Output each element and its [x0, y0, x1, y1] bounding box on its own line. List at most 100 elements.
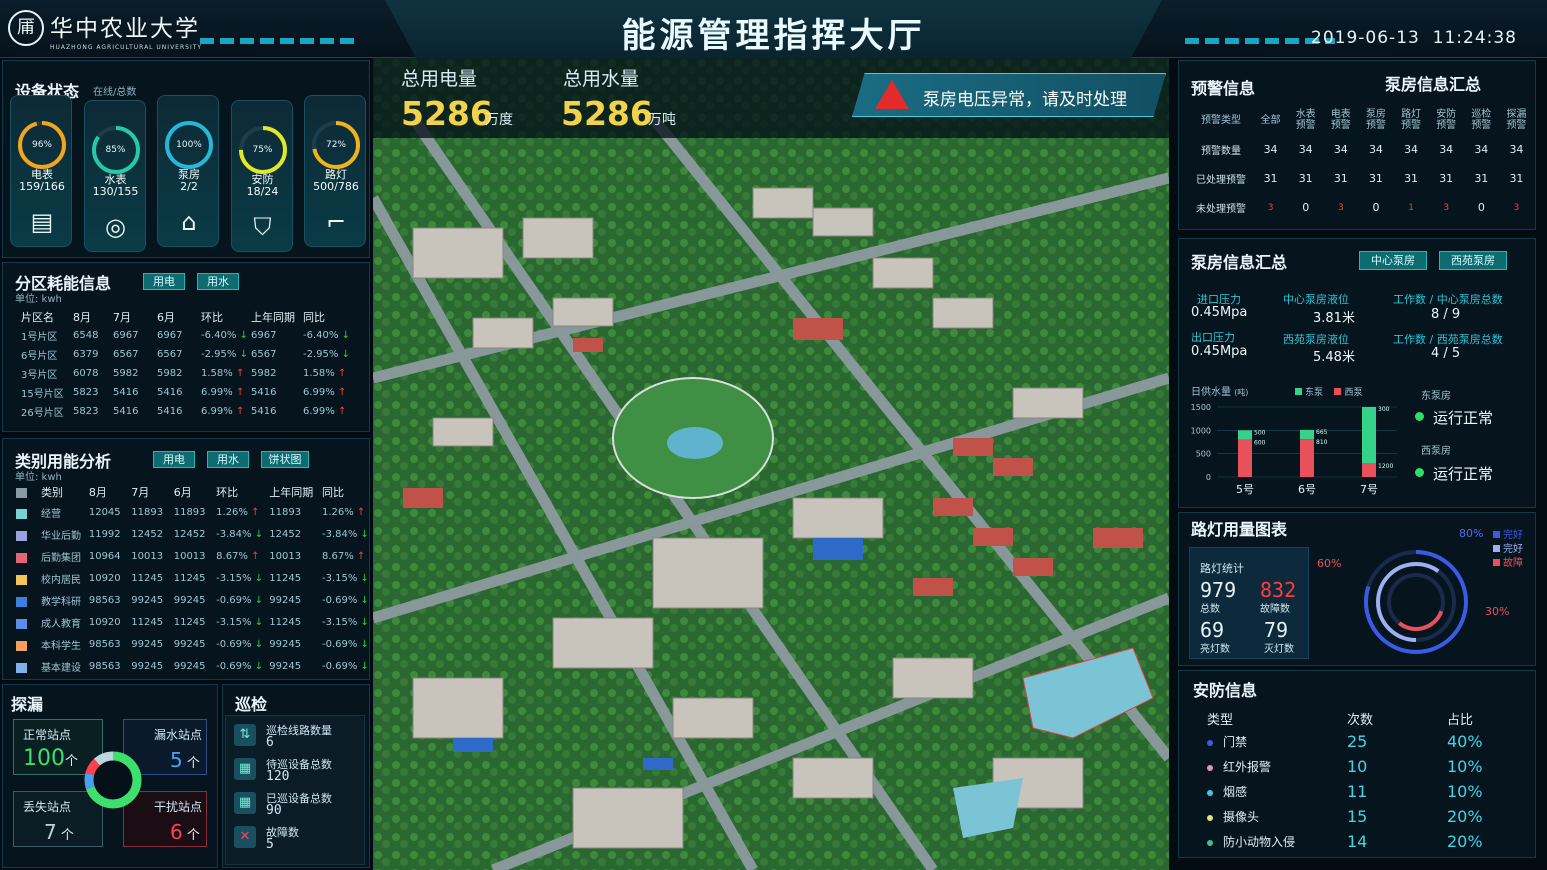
category-row[interactable]: 经营 12045 11893 11893 1.26% ↑ 11893 1.26% ↑ — [16, 501, 369, 523]
category-swatch[interactable] — [16, 530, 27, 541]
zone-row[interactable]: 6号片区 6379 6567 6567 -2.95% ↓ 6567 -2.95% ↓ — [21, 345, 350, 364]
zone-row[interactable]: 3号片区 6078 5982 5982 1.58% ↑ 5982 1.58% ↑ — [21, 364, 350, 383]
zone-col-header: 环比 — [201, 310, 223, 324]
tab-category-pie[interactable]: 饼状图 — [261, 451, 309, 468]
security-row[interactable]: 防小动物入侵 14 20% — [1207, 829, 1507, 854]
zone-cell-text: 5416 — [113, 387, 139, 398]
zone-cell: 1.58% ↑ — [201, 364, 251, 383]
security-col-type: 类型 — [1207, 712, 1234, 728]
campus-map[interactable] — [373, 58, 1169, 870]
warning-row[interactable]: 未处理预警 3 0 3 0 1 3 0 3 — [1189, 193, 1534, 222]
device-card-3[interactable]: 100% 泵房 2/2 ⌂ — [157, 95, 219, 247]
zone-col-header: 7月 — [113, 310, 131, 324]
category-cell-text: 教学科研 — [41, 596, 81, 608]
zone-cell-text: 6.99% — [201, 406, 233, 417]
patrol-item[interactable]: ▦ 待巡设备总数 120 — [234, 756, 364, 786]
device-card-1[interactable]: 96% 电表 159/166 ▤ — [10, 95, 72, 247]
warning-table: 预警类型 全部 水表 预警 电表 预警 泵房 预警 路灯 预警 安防 预警 巡检 预警 探漏 预… — [1189, 105, 1534, 222]
security-pct: 20% — [1447, 807, 1483, 826]
category-row[interactable]: 教学科研 98563 99245 99245 -0.69% ↓ 99245 -0.69% ↓ — [16, 589, 369, 611]
zone-cell: -6.40% ↓ — [303, 326, 350, 345]
category-cell: 经营 — [16, 501, 89, 523]
tab-zone-water[interactable]: 用水 — [197, 273, 239, 290]
category-cell: 99245 — [174, 633, 216, 655]
category-swatch[interactable] — [16, 618, 27, 629]
patrol-item[interactable]: ✕ 故障数 5 — [234, 824, 364, 854]
leak-lost-number: 7 — [44, 820, 57, 844]
category-swatch[interactable] — [16, 662, 27, 673]
category-swatch[interactable] — [16, 640, 27, 651]
zone-cell: 6379 — [73, 345, 113, 364]
zone-row[interactable]: 1号片区 6548 6967 6967 -6.40% ↓ 6967 -6.40% ↓ — [21, 326, 350, 345]
security-row[interactable]: 烟感 11 10% — [1207, 779, 1507, 804]
category-cell: -3.15% ↓ — [322, 611, 369, 633]
chart-category-label: 6号 — [1298, 483, 1316, 496]
device-card-2[interactable]: 85% 水表 130/155 ◎ — [83, 100, 146, 252]
chart-bar-west[interactable] — [1238, 439, 1252, 477]
category-row[interactable]: 基本建设 98563 99245 99245 -0.69% ↓ 99245 -0.69% ↓ — [16, 655, 369, 677]
category-cell-text: 99245 — [173, 594, 206, 606]
category-swatch[interactable] — [16, 596, 27, 607]
category-row[interactable]: 成人教育 10920 11245 11245 -3.15% ↓ 11245 -3.15% ↓ — [16, 611, 369, 633]
category-cell: 99245 — [131, 633, 173, 655]
chart-bar-east[interactable] — [1238, 430, 1252, 440]
security-type-cell: 防小动物入侵 — [1207, 829, 1347, 854]
west-work-value: 4 / 5 — [1431, 346, 1461, 361]
patrol-item[interactable]: ▦ 已巡设备总数 90 — [234, 790, 364, 820]
category-row[interactable]: 校内居民 10920 11245 11245 -3.15% ↓ 11245 -3.15% ↓ — [16, 567, 369, 589]
zone-row[interactable]: 15号片区 5823 5416 5416 6.99% ↑ 5416 6.99% ↑ — [21, 383, 350, 402]
category-swatch[interactable] — [16, 552, 27, 563]
category-cell: 11245 — [174, 567, 216, 589]
zone-energy-table: 片区名 8月 7月 6月 环比 上年同期 同比 1号片区 6548 6967 6967 -6.40% … — [21, 307, 350, 421]
tab-zone-electric[interactable]: 用电 — [143, 273, 185, 290]
category-col-header-text: 8月 — [88, 485, 107, 499]
category-cell-text: -0.69% — [321, 594, 358, 606]
warning-row[interactable]: 预警数量 34 34 34 34 34 34 34 34 — [1189, 135, 1534, 164]
center-level-label: 中心泵房液位 — [1283, 293, 1349, 306]
chart-bar-label: 600 — [1254, 440, 1266, 447]
tab-category-electric[interactable]: 用电 — [153, 451, 195, 468]
security-row[interactable]: 门禁 25 40% — [1207, 729, 1507, 754]
chart-bar-west[interactable] — [1362, 463, 1376, 477]
category-cell: 99245 — [269, 655, 322, 677]
legend-label: 完好 — [1503, 530, 1523, 541]
streetlight-icon: ⌐ — [325, 208, 347, 236]
security-row[interactable]: 摄像头 15 20% — [1207, 804, 1507, 829]
category-cell-text: 10920 — [88, 616, 121, 628]
device-card-4[interactable]: 75% 安防 18/24 ⛉ — [230, 100, 293, 252]
tab-center-pump[interactable]: 中心泵房 — [1359, 251, 1427, 270]
east-pump-label: 东泵房 — [1421, 391, 1451, 402]
chart-bar-west[interactable] — [1300, 439, 1314, 477]
device-card-5[interactable]: 72% 路灯 500/786 ⌐ — [304, 95, 366, 247]
category-row[interactable]: 华业后勤 11992 12452 12452 -3.84% ↓ 12452 -3.84% ↓ — [16, 523, 369, 545]
header-bar: 㕊 华中农业大学 HUAZHONG AGRICULTURAL UNIVERSIT… — [0, 0, 1547, 58]
zone-row[interactable]: 26号片区 5823 5416 5416 6.99% ↑ 5416 6.99% ↑ — [21, 402, 350, 421]
tab-category-water[interactable]: 用水 — [207, 451, 249, 468]
category-row[interactable]: 后勤集团 10964 10013 10013 8.67% ↑ 10013 8.67% ↑ — [16, 545, 369, 567]
category-cell: 10013 — [174, 545, 216, 567]
category-select-all-swatch[interactable] — [16, 487, 27, 498]
category-swatch[interactable] — [16, 508, 27, 519]
kpi-water-label: 总用水量 — [563, 68, 640, 90]
arrow-up-icon: ↑ — [353, 550, 366, 562]
university-name: 华中农业大学 — [50, 16, 200, 42]
category-cell-text: 11245 — [269, 616, 302, 628]
tab-west-pump[interactable]: 西苑泵房 — [1439, 251, 1507, 270]
zone-cell-text: 6078 — [73, 368, 99, 379]
streetlight-legend-item: 完好 — [1493, 543, 1523, 557]
security-dot-icon — [1207, 789, 1213, 796]
chart-bar-east[interactable] — [1300, 429, 1314, 440]
alert-banner[interactable]: 泵房电压异常，请及时处理 — [852, 73, 1166, 117]
legend-label: 完好 — [1503, 544, 1523, 555]
security-row[interactable]: 红外报警 10 10% — [1207, 754, 1507, 779]
warning-row[interactable]: 已处理预警 31 31 31 31 31 31 31 31 — [1189, 164, 1534, 193]
streetlight-fault-value: 832 — [1260, 578, 1297, 602]
category-row[interactable]: 本科学生 98563 99245 99245 -0.69% ↓ 99245 -0.69% ↓ — [16, 633, 369, 655]
category-swatch[interactable] — [16, 574, 27, 585]
zone-cell-text: 5823 — [73, 387, 99, 398]
patrol-item[interactable]: ⇅ 巡检线路数量 6 — [234, 722, 364, 752]
warning-cell: 31 — [1333, 172, 1348, 185]
category-cell-text: 99245 — [173, 638, 206, 650]
device-count: 130/155 — [92, 185, 139, 198]
chart-bar-east[interactable] — [1362, 407, 1376, 463]
